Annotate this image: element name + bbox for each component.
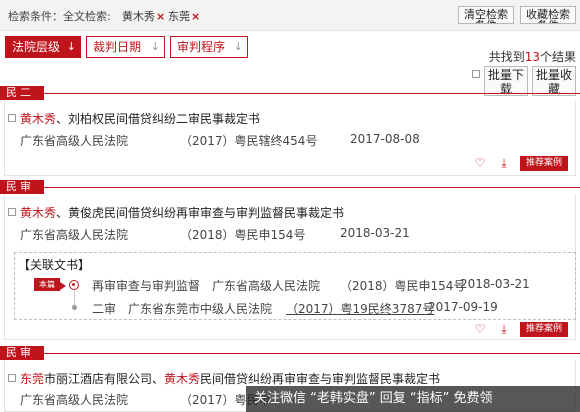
close-icon[interactable]: ×	[191, 10, 200, 23]
current-document-tag: 本篇	[34, 278, 60, 291]
case-number: （2018）粤民申154号	[180, 228, 306, 242]
related-court: 广东省高级人民法院	[212, 279, 321, 293]
related-documents-heading: 【关联文书】	[18, 258, 91, 272]
timeline-line	[74, 291, 75, 305]
timeline-dot-icon	[72, 305, 77, 310]
result-count: 共找到13个结果	[488, 50, 576, 64]
section-tag: 民审	[0, 180, 44, 194]
related-date: 2018-03-21	[460, 277, 530, 291]
sort-judgment-date-button[interactable]: 裁判日期 ↓	[86, 36, 165, 58]
sort-label: 审判程序	[177, 40, 226, 54]
section-divider	[44, 353, 580, 354]
section-header: 民审	[0, 346, 580, 360]
arrow-down-icon: ↓	[233, 40, 243, 53]
clear-search-button[interactable]: 清空检索条件	[458, 6, 514, 24]
chip-label: 东莞	[168, 10, 190, 23]
heart-icon[interactable]: ♡	[473, 156, 487, 170]
search-chip[interactable]: 东莞×	[168, 8, 200, 24]
condition-label: 检索条件：全文检索:	[8, 10, 111, 23]
case-title-link[interactable]: 黄木秀、刘柏权民间借贷纠纷二审民事裁定书	[20, 110, 260, 127]
related-case-number-link[interactable]: （2017）粤19民终3787号	[286, 300, 434, 317]
section-divider	[44, 187, 580, 188]
case-court: 广东省高级人民法院	[20, 393, 129, 407]
sort-label: 裁判日期	[93, 40, 142, 54]
related-case-number: （2018）粤民申154号	[340, 279, 466, 293]
sort-court-level-button[interactable]: 法院层级 ↓	[5, 36, 81, 58]
sort-label: 法院层级	[12, 40, 61, 54]
section-header: 民二	[0, 86, 580, 100]
recommend-case-button[interactable]: 推荐案例	[520, 156, 568, 171]
case-court: 广东省高级人民法院	[20, 134, 129, 148]
case-checkbox[interactable]	[8, 374, 16, 382]
case-date: 2017-08-08	[350, 132, 420, 146]
close-icon[interactable]: ×	[156, 10, 165, 23]
case-court: 广东省高级人民法院	[20, 228, 129, 242]
search-chip[interactable]: 黄木秀×	[122, 8, 165, 24]
chip-label: 黄木秀	[122, 10, 155, 23]
arrow-down-icon: ↓	[150, 40, 160, 53]
radio-current-icon	[69, 280, 79, 290]
download-icon[interactable]: ⤓	[497, 156, 511, 170]
section-divider	[44, 93, 580, 94]
sort-trial-procedure-button[interactable]: 审判程序 ↓	[170, 36, 248, 58]
result-count-number: 13	[524, 50, 540, 64]
arrow-down-icon: ↓	[66, 40, 76, 53]
download-icon[interactable]: ⤓	[497, 322, 511, 336]
section-tag: 民审	[0, 346, 44, 360]
select-all-checkbox[interactable]	[472, 70, 480, 78]
related-stage[interactable]: 再审审查与审判监督	[92, 277, 200, 294]
watermark-banner: 关注微信 “老韩实盘” 回复 “指标” 免费领	[246, 386, 580, 412]
case-checkbox[interactable]	[8, 208, 16, 216]
related-date: 2017-09-19	[428, 300, 498, 314]
section-tag: 民二	[0, 86, 44, 100]
current-pointer-icon	[60, 282, 66, 290]
save-search-button[interactable]: 收藏检索条件	[520, 6, 576, 24]
section-header: 民审	[0, 180, 580, 194]
case-number: （2017）粤民辖终454号	[180, 134, 318, 148]
case-date: 2018-03-21	[340, 226, 410, 240]
related-court: 广东省东莞市中级人民法院	[128, 302, 273, 316]
recommend-case-button[interactable]: 推荐案例	[520, 322, 568, 337]
case-title-link[interactable]: 黄木秀、黄俊虎民间借贷纠纷再审审查与审判监督民事裁定书	[20, 204, 344, 221]
related-stage[interactable]: 二审	[92, 300, 116, 317]
case-title-link[interactable]: 东莞市丽江酒店有限公司、黄木秀民间借贷纠纷再审审查与审判监督民事裁定书	[20, 370, 440, 387]
heart-icon[interactable]: ♡	[473, 322, 487, 336]
case-checkbox[interactable]	[8, 114, 16, 122]
